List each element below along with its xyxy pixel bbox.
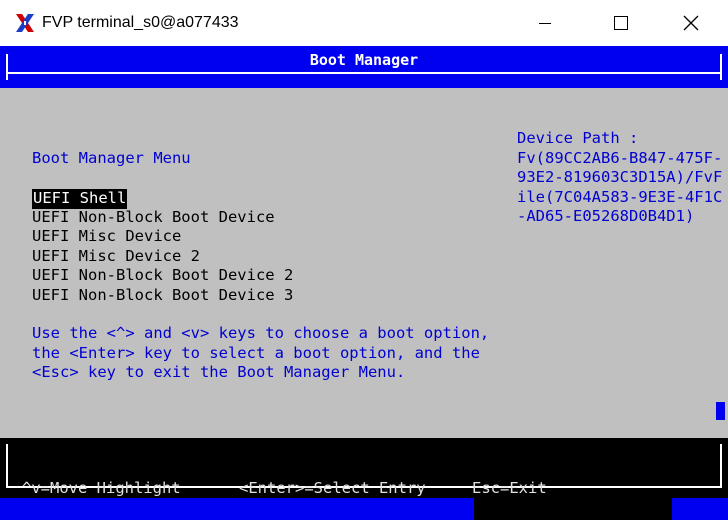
boot-option-non-block-device-2[interactable]: UEFI Non-Block Boot Device 2 [32,266,293,286]
help-line: <Esc> key to exit the Boot Manager Menu. [32,363,406,381]
header-border-line [6,72,722,74]
x-window-icon [16,14,34,32]
help-text: Use the <^> and <v> keys to choose a boo… [32,324,489,383]
footer-move-hint: ^v=Move Highlight [22,479,181,497]
maximize-icon [614,16,628,30]
help-line: the <Enter> key to select a boot option,… [32,343,480,362]
minimize-button[interactable] [522,8,568,38]
boot-option-misc-device-2[interactable]: UEFI Misc Device 2 [32,247,293,267]
footer-border-right [720,444,722,486]
window-title: FVP terminal_s0@a077433 [42,14,239,31]
maximize-button[interactable] [598,8,644,38]
menu-title: Boot Manager Menu [32,149,191,167]
bottom-strip [0,498,728,520]
device-path-value: 93E2-819603C3D15A)/FvF [517,168,723,186]
device-path-value: ile(7C04A583-9E3E-4F1C [517,187,723,206]
close-icon [683,15,699,31]
device-path-panel: Device Path : Fv(89CC2AB6-B847-475F- 93E… [517,129,722,227]
bottom-strip-gap [474,498,672,520]
boot-option-row[interactable]: UEFI Shell [32,188,293,209]
footer-bar: ^v=Move Highlight <Enter>=Select Entry E… [0,438,728,498]
device-path-label: Device Path : [517,129,639,147]
window-titlebar: FVP terminal_s0@a077433 [0,0,728,46]
terminal-screen: Boot Manager Boot Manager Menu UEFI Shel… [0,46,728,520]
device-path-value: Fv(89CC2AB6-B847-475F- [517,148,723,167]
boot-option-non-block-device-3[interactable]: UEFI Non-Block Boot Device 3 [32,286,293,306]
footer-select-hint: <Enter>=Select Entry [239,479,426,497]
boot-option-uefi-shell[interactable]: UEFI Shell [32,189,128,209]
boot-option-misc-device[interactable]: UEFI Misc Device [32,227,293,247]
header-bar: Boot Manager [0,46,728,88]
footer-exit-hint: Esc=Exit [472,479,547,497]
page-title: Boot Manager [309,51,419,69]
scroll-indicator [716,402,725,420]
boot-option-non-block-device[interactable]: UEFI Non-Block Boot Device [32,208,293,228]
boot-option-list: UEFI Shell UEFI Non-Block Boot Device UE… [32,188,293,305]
minimize-icon [539,22,551,24]
help-line: Use the <^> and <v> keys to choose a boo… [32,324,490,342]
footer-border-left [6,444,8,486]
device-path-value: -AD65-E05268D0B4D1) [517,207,695,225]
close-button[interactable] [668,8,714,38]
